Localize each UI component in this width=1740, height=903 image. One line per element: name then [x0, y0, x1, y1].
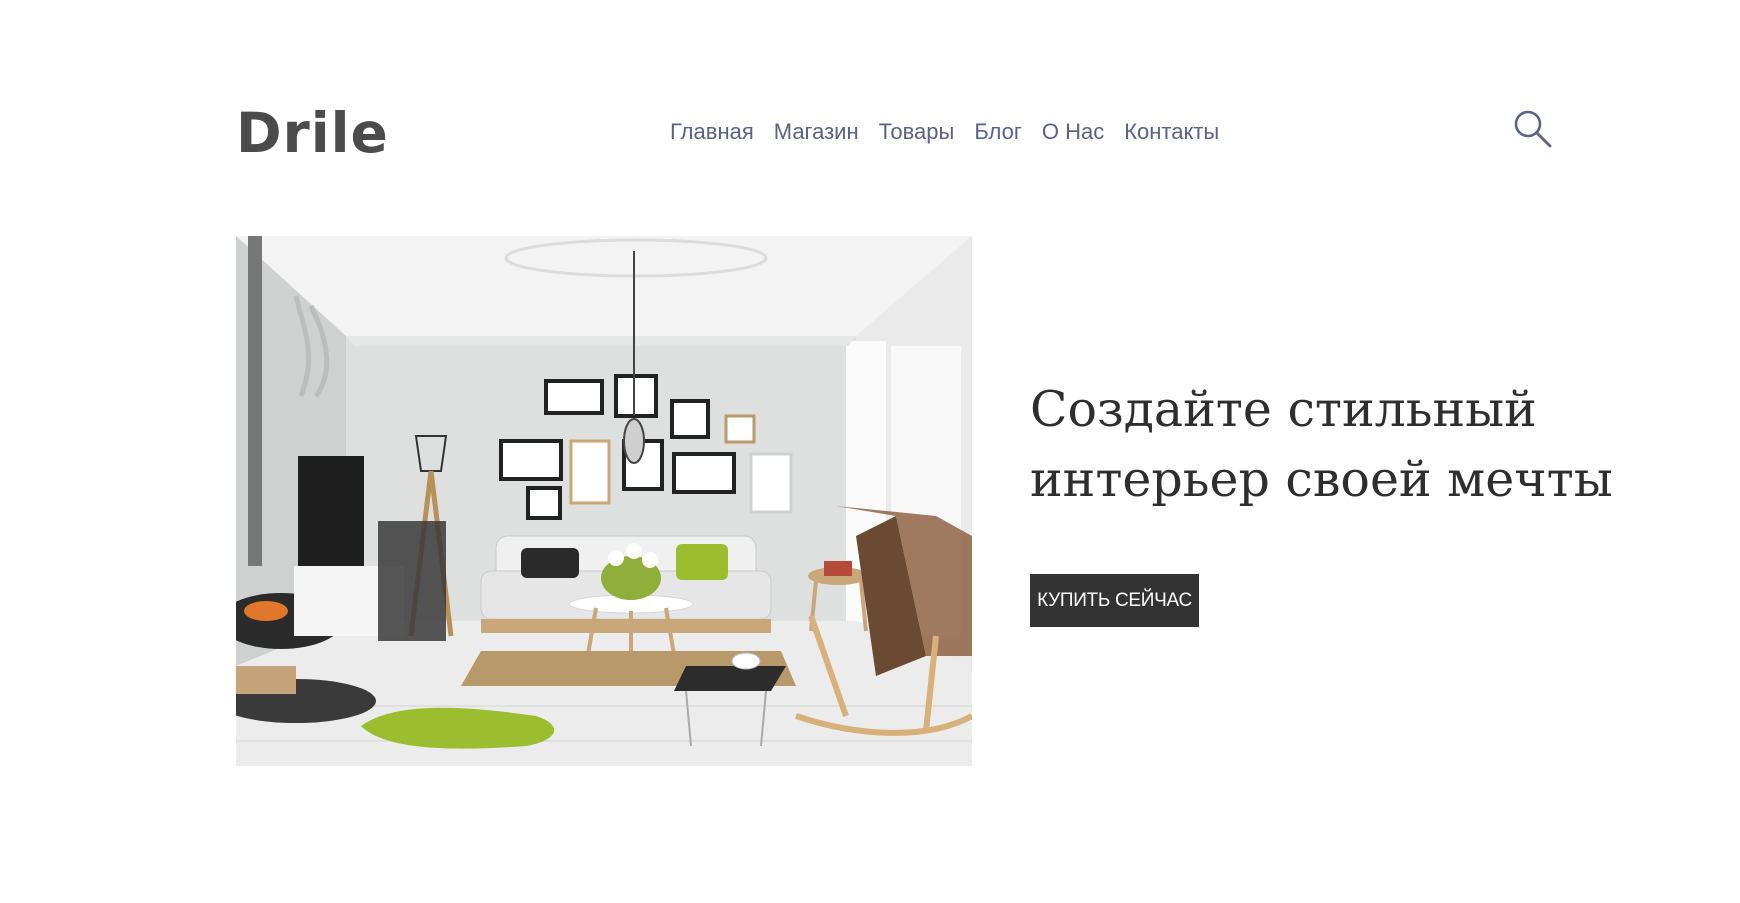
site-logo[interactable]: Drile — [236, 100, 389, 166]
hero-title-line-2: интерьер своей мечты — [1030, 451, 1613, 508]
living-room-illustration — [236, 236, 972, 766]
nav-about[interactable]: О Нас — [1042, 119, 1104, 144]
hero-title: Создайте стильный интерьер своей мечты — [1030, 375, 1670, 515]
search-button[interactable] — [1512, 108, 1554, 150]
main-nav: Главная Магазин Товары Блог О Нас Контак… — [670, 116, 1219, 148]
nav-shop[interactable]: Магазин — [774, 119, 859, 144]
hero-image — [236, 236, 972, 766]
buy-now-button[interactable]: КУПИТЬ СЕЙЧАС — [1030, 574, 1199, 627]
hero-title-line-1: Создайте стильный — [1030, 381, 1537, 438]
nav-blog[interactable]: Блог — [974, 119, 1022, 144]
nav-products[interactable]: Товары — [879, 119, 955, 144]
search-icon — [1514, 110, 1552, 148]
nav-home[interactable]: Главная — [670, 119, 754, 144]
nav-contacts[interactable]: Контакты — [1124, 119, 1219, 144]
page: Drile Главная Магазин Товары Блог О Нас … — [0, 0, 1740, 903]
